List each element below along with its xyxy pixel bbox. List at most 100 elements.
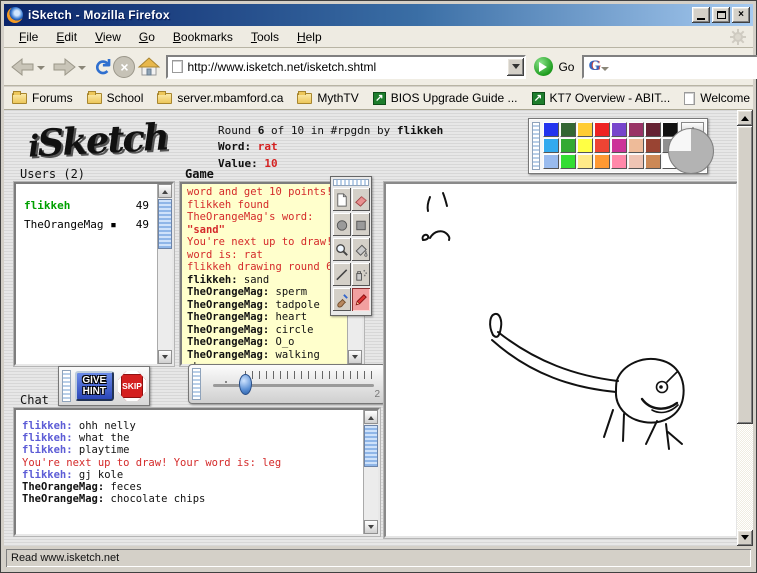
- url-input[interactable]: [187, 60, 507, 74]
- give-hint-button[interactable]: GIVEHINT: [75, 371, 114, 401]
- bookmark-item[interactable]: Forums: [12, 91, 73, 105]
- color-swatch[interactable]: [594, 138, 610, 153]
- scroll-down-icon[interactable]: [158, 350, 172, 364]
- forward-button[interactable]: [51, 54, 77, 80]
- menu-view[interactable]: View: [86, 27, 130, 47]
- bookmark-item[interactable]: School: [87, 91, 144, 105]
- tool-brush[interactable]: [333, 288, 351, 311]
- maximize-button[interactable]: [712, 7, 730, 23]
- user-score: 49: [136, 197, 149, 214]
- go-label[interactable]: Go: [558, 60, 574, 74]
- color-swatch[interactable]: [543, 154, 559, 169]
- menu-bookmarks[interactable]: Bookmarks: [164, 27, 242, 47]
- color-swatch[interactable]: [628, 138, 644, 153]
- color-swatch[interactable]: [645, 122, 661, 137]
- search-engine-dropdown-icon[interactable]: [601, 67, 609, 75]
- color-swatch[interactable]: [594, 154, 610, 169]
- tool-fill[interactable]: [352, 238, 370, 261]
- color-swatch[interactable]: [543, 122, 559, 137]
- close-button[interactable]: ×: [732, 7, 750, 23]
- scrollbar-thumb[interactable]: [737, 126, 753, 424]
- scroll-up-icon[interactable]: [158, 184, 172, 198]
- color-swatch[interactable]: [628, 154, 644, 169]
- chat-list: flikkeh: ohh nellyflikkeh: what theflikk…: [16, 420, 378, 505]
- log-message: TheOrangeMag: circle: [182, 324, 346, 337]
- bookmark-item[interactable]: ↗BIOS Upgrade Guide ...: [373, 91, 518, 105]
- chat-message: TheOrangeMag: chocolate chips: [16, 493, 362, 505]
- menu-tools[interactable]: Tools: [242, 27, 288, 47]
- color-swatch[interactable]: [543, 138, 559, 153]
- bookmark-item[interactable]: ↗KT7 Overview - ABIT...: [532, 91, 671, 105]
- back-dropdown-icon[interactable]: [37, 66, 45, 74]
- users-heading: Users (2): [20, 167, 85, 181]
- color-swatch[interactable]: [611, 154, 627, 169]
- color-swatch[interactable]: [645, 154, 661, 169]
- log-message: flikkeh found: [182, 199, 346, 212]
- url-bar[interactable]: [166, 55, 526, 79]
- bookmark-item[interactable]: Welcome to Britannia...: [684, 91, 753, 105]
- color-swatch[interactable]: [645, 138, 661, 153]
- forward-dropdown-icon[interactable]: [78, 66, 86, 74]
- hint-panel-drag-handle[interactable]: [62, 370, 71, 402]
- user-row[interactable]: TheOrangeMag ▪49: [16, 215, 157, 234]
- tool-rectangle[interactable]: [352, 213, 370, 236]
- palette-drag-handle[interactable]: [532, 122, 540, 170]
- round-timer-pie: [668, 128, 714, 174]
- search-input[interactable]: [611, 60, 757, 74]
- slider-track[interactable]: [213, 384, 374, 387]
- scroll-up-icon[interactable]: [737, 110, 753, 126]
- slider-thumb[interactable]: [239, 374, 252, 395]
- users-scrollbar[interactable]: [157, 184, 172, 364]
- rat-drawing: [386, 184, 736, 536]
- bookmark-label: School: [107, 91, 144, 105]
- color-swatch[interactable]: [594, 122, 610, 137]
- scroll-down-icon[interactable]: [348, 350, 362, 364]
- tool-zoom[interactable]: [333, 238, 351, 261]
- page-icon: [172, 60, 183, 73]
- color-swatch[interactable]: [560, 154, 576, 169]
- search-box[interactable]: G: [582, 55, 757, 79]
- go-button[interactable]: [534, 57, 553, 76]
- url-dropdown-icon[interactable]: [507, 58, 524, 76]
- tool-spray[interactable]: [352, 263, 370, 286]
- color-swatch[interactable]: [560, 122, 576, 137]
- bookmark-item[interactable]: server.mbamford.ca: [157, 91, 283, 105]
- menu-go[interactable]: Go: [130, 27, 164, 47]
- drawing-canvas[interactable]: [384, 182, 738, 538]
- skip-button[interactable]: SKIP: [118, 371, 146, 401]
- tool-new-page[interactable]: [333, 188, 351, 211]
- menu-edit[interactable]: Edit: [47, 27, 86, 47]
- tool-line[interactable]: [333, 263, 351, 286]
- chat-scrollbar[interactable]: [363, 410, 378, 534]
- color-swatch[interactable]: [628, 122, 644, 137]
- folder-icon: [157, 93, 172, 104]
- tool-ellipse[interactable]: [333, 213, 351, 236]
- scrollbar-thumb[interactable]: [158, 199, 172, 249]
- tool-eraser[interactable]: [352, 188, 370, 211]
- scroll-down-icon[interactable]: [364, 520, 378, 534]
- scrollbar-thumb[interactable]: [364, 425, 378, 467]
- color-swatch[interactable]: [611, 138, 627, 153]
- menu-file[interactable]: File: [10, 27, 47, 47]
- home-button[interactable]: [137, 52, 161, 82]
- isketch-logo: iSketch: [27, 114, 169, 165]
- reload-button[interactable]: ↻: [93, 52, 111, 82]
- stop-button[interactable]: ×: [113, 52, 135, 82]
- color-swatch[interactable]: [577, 138, 593, 153]
- tool-pencil[interactable]: [352, 288, 370, 311]
- chat-message: flikkeh: playtime: [16, 444, 362, 456]
- bookmark-item[interactable]: MythTV: [297, 91, 358, 105]
- scroll-down-icon[interactable]: [737, 530, 753, 546]
- scroll-up-icon[interactable]: [364, 410, 378, 424]
- color-swatch[interactable]: [560, 138, 576, 153]
- back-button[interactable]: [10, 54, 36, 80]
- color-swatch[interactable]: [577, 154, 593, 169]
- color-swatch[interactable]: [611, 122, 627, 137]
- slider-drag-handle[interactable]: [192, 368, 201, 400]
- browser-vertical-scrollbar[interactable]: [737, 110, 753, 546]
- minimize-button[interactable]: [692, 7, 710, 23]
- user-row[interactable]: flikkeh49: [16, 196, 157, 215]
- color-swatch[interactable]: [577, 122, 593, 137]
- menu-help[interactable]: Help: [288, 27, 331, 47]
- toolbox-drag-handle[interactable]: [333, 179, 369, 186]
